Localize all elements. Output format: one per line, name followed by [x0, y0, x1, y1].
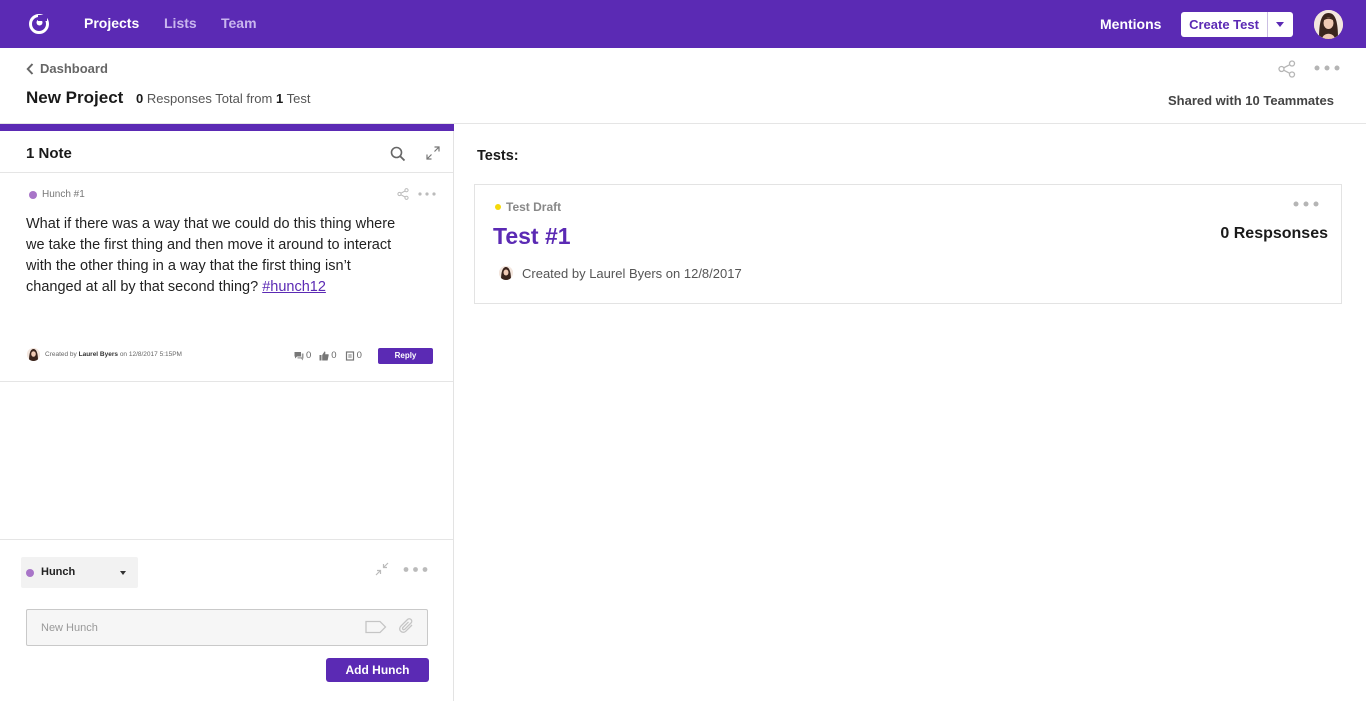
reply-button[interactable]: Reply: [378, 348, 433, 364]
test-name-link[interactable]: Test #1: [493, 223, 571, 250]
nav-lists[interactable]: Lists: [164, 15, 197, 31]
note-counts: 0 0 0: [294, 350, 362, 361]
note-text: What if there was a way that we could do…: [26, 216, 396, 295]
note-type-select[interactable]: Hunch: [21, 557, 138, 588]
avatar: [27, 348, 40, 361]
divider: [0, 381, 453, 382]
shared-with-teammates[interactable]: Shared with 10 Teammates: [1168, 93, 1334, 108]
test-created: Created by Laurel Byers on 12/8/2017: [522, 266, 742, 281]
hunch-dot-icon: [29, 190, 37, 199]
notes-title: 1 Note: [26, 145, 72, 162]
note-author: Laurel Byers: [78, 351, 118, 358]
avatar: [499, 266, 513, 280]
nav-mentions[interactable]: Mentions: [1100, 16, 1161, 32]
project-stats: 0 Responses Total from 1 Test: [136, 91, 310, 106]
created-date: on 12/8/2017 5:15PM: [119, 351, 182, 358]
note-type-label: Hunch: [41, 566, 76, 578]
comments-count[interactable]: 0: [294, 350, 311, 361]
note-tag-label: Hunch #1: [42, 189, 85, 200]
nav-projects[interactable]: Projects: [84, 15, 139, 31]
attachment-icon: [345, 350, 354, 361]
divider: [0, 539, 453, 540]
breadcrumb-dashboard[interactable]: Dashboard: [40, 61, 108, 76]
collapse-icon[interactable]: [375, 562, 389, 576]
thumbs-up-icon: [319, 351, 330, 360]
page-title: New Project: [26, 88, 124, 107]
logo-icon[interactable]: [27, 12, 51, 36]
tag-icon[interactable]: [365, 620, 387, 634]
more-icon[interactable]: [1293, 200, 1319, 208]
created-prefix: Created by: [45, 351, 77, 358]
top-nav: Projects Lists Team Mentions Create Test: [0, 0, 1366, 48]
attachments-count[interactable]: 0: [345, 350, 362, 361]
draft-dot-icon: [495, 204, 501, 210]
tests-text: Test: [286, 91, 311, 106]
comment-icon: [294, 351, 304, 360]
expand-icon[interactable]: [426, 146, 440, 160]
note-tag[interactable]: Hunch #1: [29, 189, 85, 200]
chevron-down-icon: [120, 571, 126, 575]
breadcrumb[interactable]: Dashboard: [26, 61, 108, 76]
note-meta: Created by Laurel Byers on 12/8/2017 5:1…: [45, 351, 182, 358]
test-responses: 0 Respsonses: [1220, 225, 1328, 242]
add-hunch-button[interactable]: Add Hunch: [326, 658, 429, 682]
responses-count: 0: [136, 91, 144, 106]
share-icon[interactable]: [397, 188, 409, 200]
test-status: Test Draft: [495, 200, 561, 214]
more-icon[interactable]: [418, 191, 436, 197]
note-body: What if there was a way that we could do…: [26, 214, 398, 298]
hunch-dot-icon: [26, 569, 34, 577]
avatar[interactable]: [1314, 10, 1343, 39]
divider: [0, 172, 453, 173]
create-test-split-button: Create Test: [1181, 12, 1293, 37]
tests-title: Tests:: [477, 148, 519, 164]
test-status-label: Test Draft: [506, 200, 562, 214]
test-card[interactable]: Test Draft Test #1 0 Respsonses Created …: [474, 184, 1342, 304]
divider: [453, 131, 454, 701]
nav-team[interactable]: Team: [221, 15, 257, 31]
hashtag-link[interactable]: #hunch12: [262, 279, 326, 295]
chevron-down-icon[interactable]: [1268, 12, 1293, 37]
more-icon[interactable]: [403, 566, 428, 573]
panel-accent-bar: [0, 124, 454, 131]
paperclip-icon[interactable]: [398, 618, 416, 636]
create-test-button[interactable]: Create Test: [1181, 12, 1268, 37]
responses-text: Responses Total from: [146, 91, 273, 106]
likes-count[interactable]: 0: [319, 350, 337, 361]
tests-count: 1: [275, 91, 284, 106]
share-icon[interactable]: [1278, 60, 1296, 78]
more-icon[interactable]: [1314, 64, 1340, 72]
search-icon[interactable]: [390, 146, 406, 162]
chevron-left-icon: [26, 62, 34, 75]
